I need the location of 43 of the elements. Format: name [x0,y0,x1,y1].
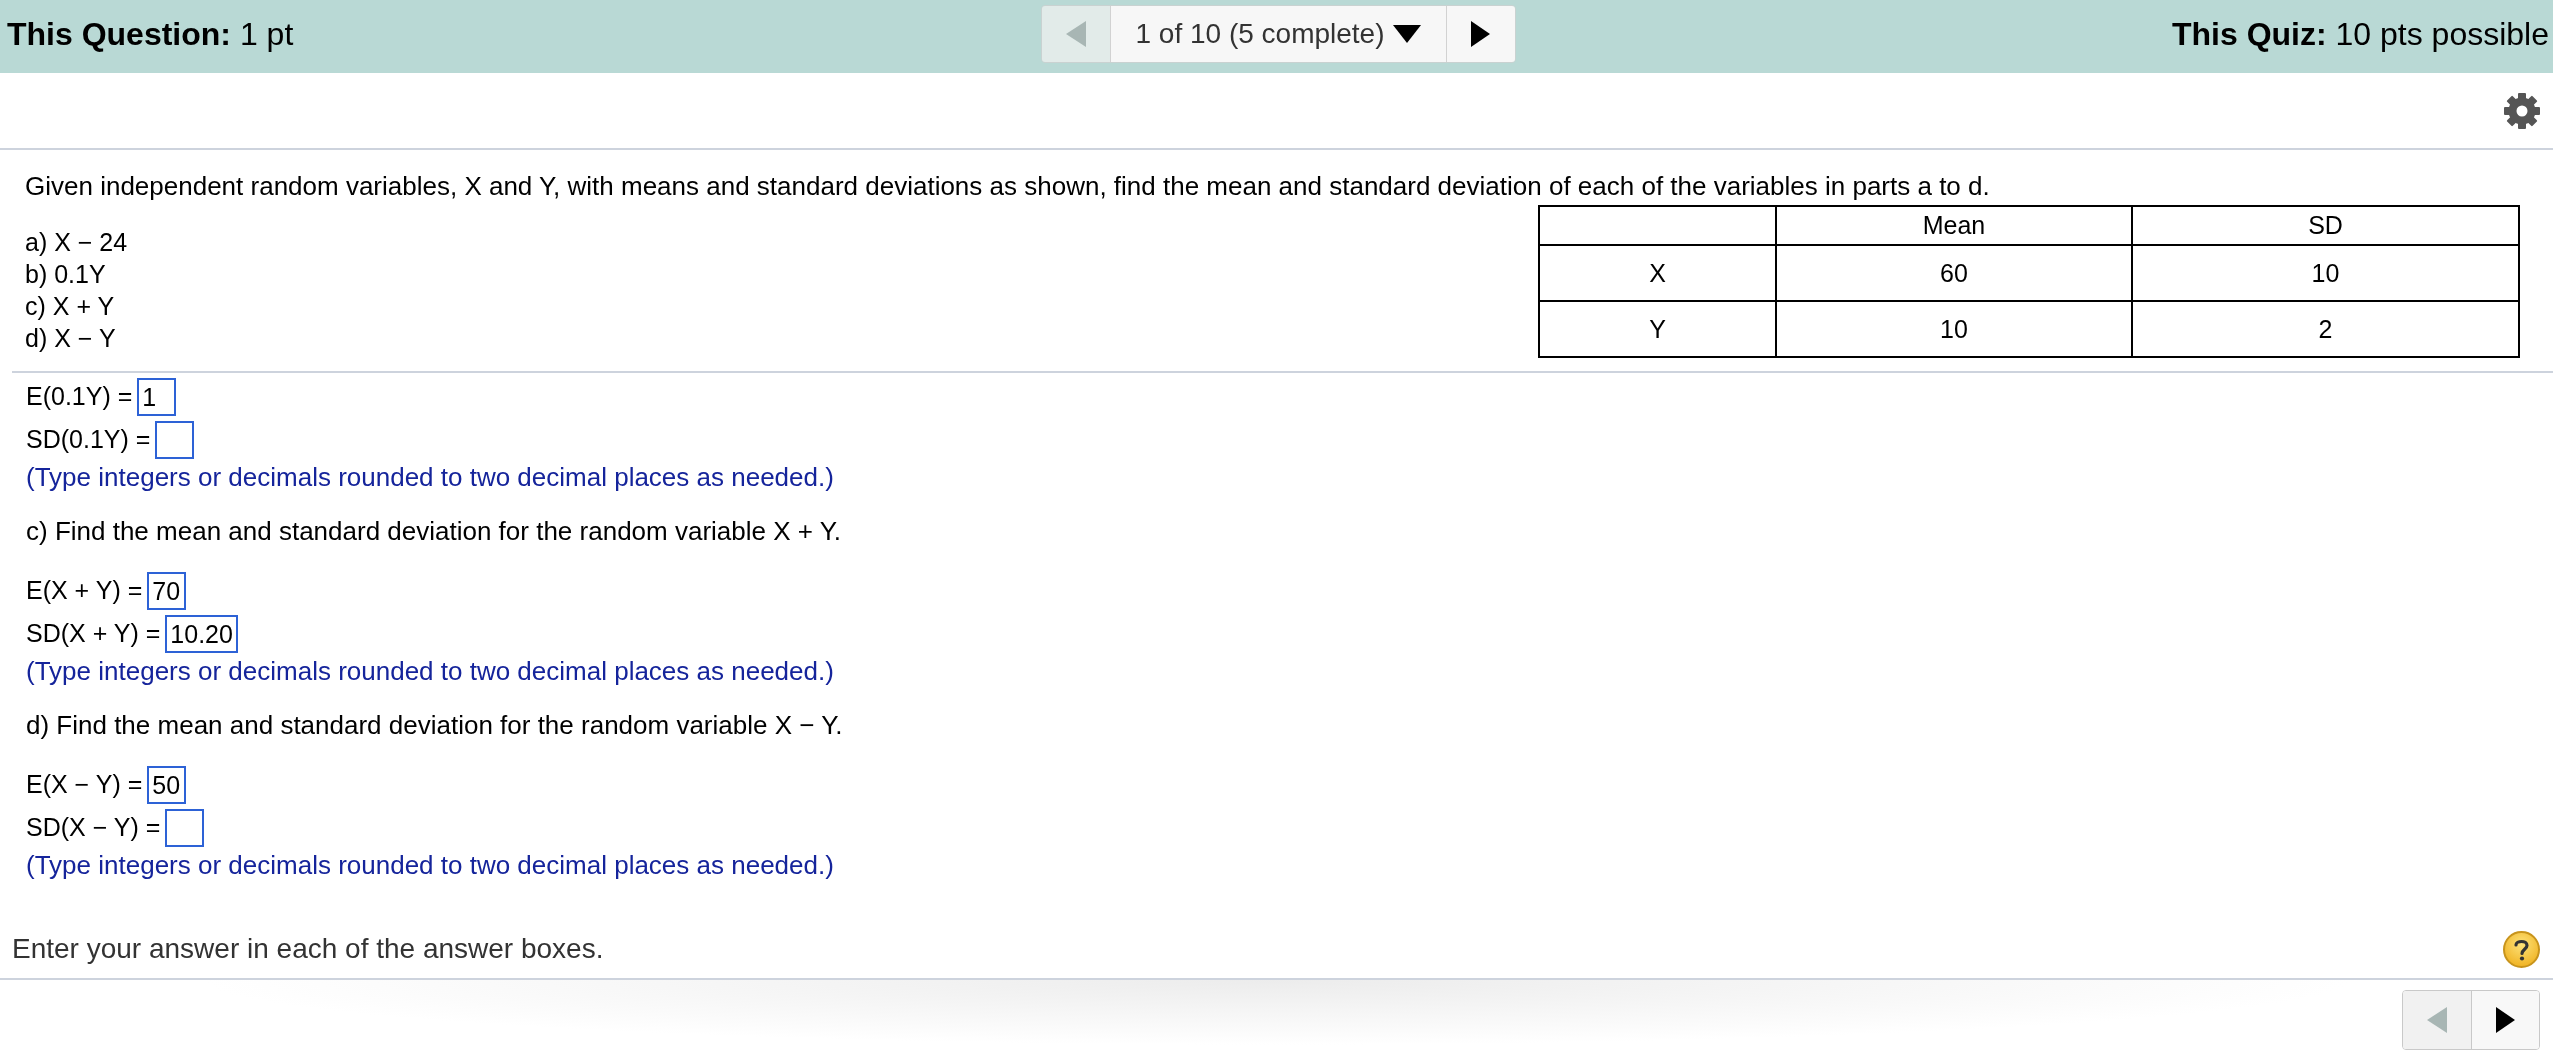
answer-label: SD(X − Y) = [26,813,161,842]
answer-box[interactable] [165,808,205,847]
next-button[interactable] [1446,6,1515,62]
caret-icon [1392,25,1421,43]
instruction-text: Enter your answer in each of the answer boxes. [12,933,604,965]
answer-box[interactable]: 1 [137,377,177,416]
question-points: This Question: 1 pt [7,15,294,53]
table-cell: 10 [2132,245,2519,301]
hint-text: (Type integers or decimals rounded to two decimal places as needed.) [26,461,835,493]
part-label: d) X − Y [25,323,117,354]
question-selector[interactable]: 1 of 10 (5 complete) [1109,6,1447,62]
answer-label: SD(0.1Y) = [26,425,151,454]
row-header: Y [1539,301,1776,357]
column-header: Mean [1776,206,2132,245]
answer-box[interactable]: 50 [147,765,187,804]
hint-text: (Type integers or decimals rounded to two decimal places as needed.) [26,849,835,881]
answer-label: E(0.1Y) = [26,382,133,411]
hint-text: (Type integers or decimals rounded to two decimal places as needed.) [26,655,835,687]
table-cell: 2 [2132,301,2519,357]
part-label: b) 0.1Y [25,259,107,290]
settings-icon[interactable] [2504,92,2540,129]
part-label: a) X − 24 [25,227,128,258]
column-header: SD [2132,206,2519,245]
next-button[interactable] [2471,991,2539,1049]
table-cell: 10 [1776,301,2132,357]
part-prompt: d) Find the mean and standard deviation for the random variable X − Y. [26,709,844,741]
part-label: c) X + Y [25,291,116,322]
left-arrow-icon [1065,21,1086,47]
row-header: X [1539,245,1776,301]
quiz-points: This Quiz: 10 pts possible [2172,15,2549,53]
help-icon[interactable] [2503,930,2540,968]
answer-box[interactable] [155,420,195,459]
right-arrow-icon [2496,1007,2515,1033]
answer-box[interactable]: 10.20 [165,614,238,653]
answer-label: E(X − Y) = [26,770,143,799]
table-cell: 60 [1776,245,2132,301]
right-arrow-icon [1471,21,1490,47]
question-text: Given independent random variables, X and Y, with means and standard deviations as shown, find the mean and standard deviation of each of the variables in parts a to d. [25,170,1991,202]
left-arrow-icon [2427,1007,2447,1033]
answer-label: E(X + Y) = [26,576,143,605]
part-prompt: c) Find the mean and standard deviation for the random variable X + Y. [26,515,842,547]
answer-box[interactable]: 70 [147,571,187,610]
answer-label: SD(X + Y) = [26,619,161,648]
